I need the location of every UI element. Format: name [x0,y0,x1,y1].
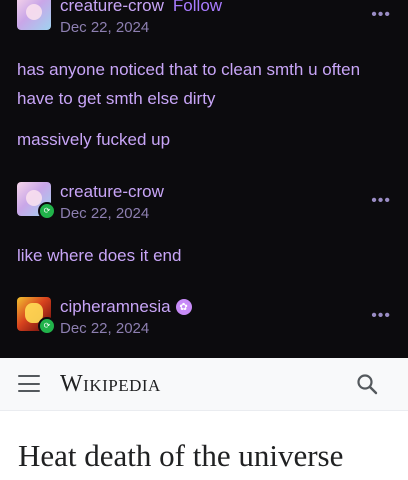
tumblr-thread: creature-crow Follow Dec 22, 2024 ••• ha… [0,0,408,358]
more-options-icon[interactable]: ••• [371,307,391,325]
post-text: massively fucked up [17,130,171,149]
username-link[interactable]: cipheramnesia [60,297,171,317]
more-options-icon[interactable]: ••• [371,192,391,210]
avatar[interactable] [17,0,51,30]
post-date: Dec 22, 2024 [60,19,150,36]
post-date: Dec 22, 2024 [60,205,150,222]
wikipedia-wordmark[interactable]: Wikipedia [60,371,161,398]
wikipedia-header: Wikipedia [0,358,408,411]
article-title: Heat death of the universe [18,438,344,473]
avatar[interactable]: ⟳ [17,182,56,220]
more-options-icon[interactable]: ••• [371,6,391,24]
post-header: ⟳ cipheramnesia ✿ Dec 22, 2024 [17,297,192,339]
post-text: has anyone noticed that to clean smth u … [17,60,361,108]
wikipedia-screenshot: Wikipedia Heat death of the universe [0,358,408,480]
reblog-icon: ⟳ [38,202,56,220]
post-header: ⟳ creature-crow Dec 22, 2024 [17,182,164,224]
username-link[interactable]: creature-crow [60,0,164,16]
follow-button[interactable]: Follow [173,0,222,16]
blog-badge-icon: ✿ [175,299,192,315]
menu-icon[interactable] [18,375,40,392]
post-header: creature-crow Follow Dec 22, 2024 [17,0,222,38]
avatar[interactable]: ⟳ [17,297,56,335]
post-text: like where does it end [17,246,182,265]
post-date: Dec 22, 2024 [60,320,150,337]
username-link[interactable]: creature-crow [60,182,164,202]
reblog-icon: ⟳ [38,317,56,335]
search-icon[interactable] [356,373,378,395]
